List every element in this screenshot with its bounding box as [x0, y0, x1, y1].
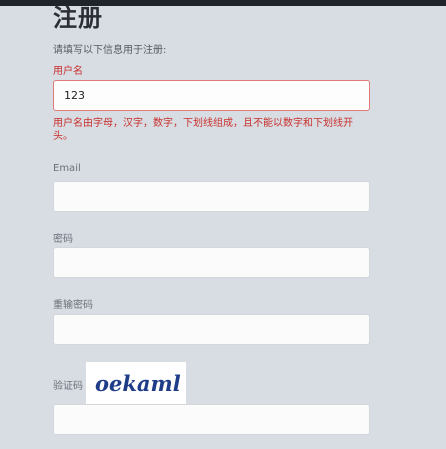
username-error-message: 用户名由字母，汉字，数字，下划线组成，且不能以数字和下划线开头。	[53, 118, 353, 142]
captcha-image[interactable]: oekaml	[86, 362, 186, 404]
email-field[interactable]	[53, 181, 370, 212]
captcha-label: 验证码	[53, 381, 83, 392]
page-title: 注册	[53, 4, 103, 32]
page-subtitle: 请填写以下信息用于注册:	[53, 45, 167, 56]
captcha-text: oekaml	[95, 371, 181, 396]
password-label: 密码	[53, 234, 73, 245]
captcha-field[interactable]	[53, 404, 370, 435]
email-label: Email	[53, 163, 81, 174]
confirm-password-label: 重输密码	[53, 300, 93, 311]
captcha-image-graphic: oekaml	[95, 371, 181, 396]
password-field[interactable]	[53, 247, 370, 278]
username-label: 用户名	[53, 66, 83, 77]
confirm-password-field[interactable]	[53, 314, 370, 345]
username-field[interactable]	[53, 80, 370, 111]
